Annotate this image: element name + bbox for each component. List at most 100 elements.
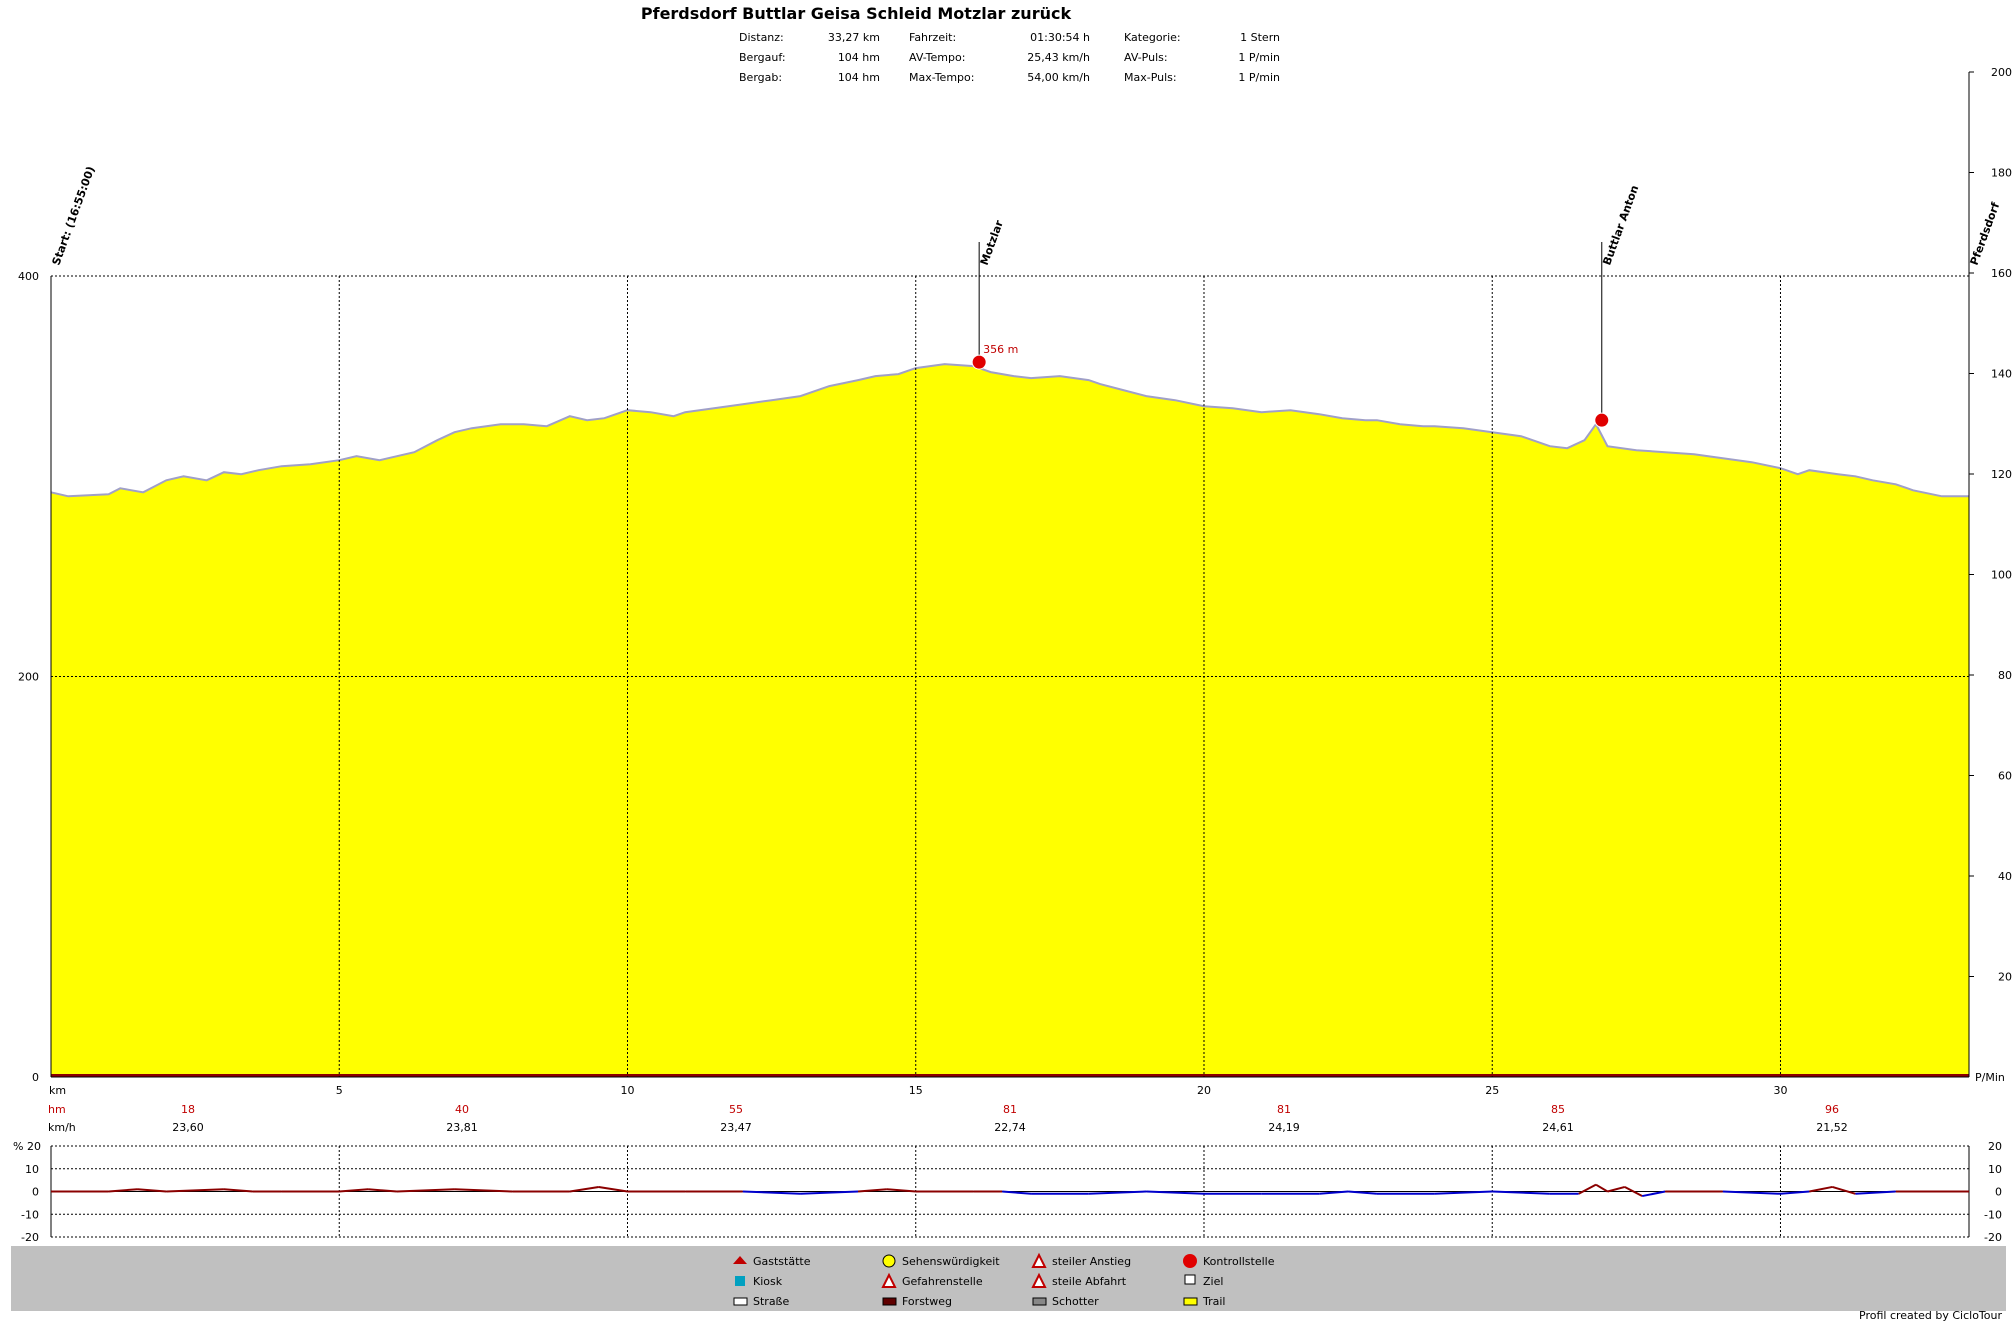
hm-value: 96 xyxy=(1825,1103,1839,1116)
stat-label: AV-Tempo: xyxy=(909,51,965,64)
kmh-value: 23,47 xyxy=(720,1121,752,1134)
kmh-value: 21,52 xyxy=(1816,1121,1848,1134)
grade-segment xyxy=(1809,1185,1833,1193)
grade-segment xyxy=(1832,1185,1856,1195)
hm-label: hm xyxy=(48,1103,66,1116)
main-plot: 0 200 400 5 10 15 20 25 30 km 20 40 60 80 100 120 140 160… xyxy=(18,66,2012,1097)
stat-label: Bergab: xyxy=(739,71,782,84)
kmh-value: 24,19 xyxy=(1268,1121,1300,1134)
grade-segment xyxy=(598,1185,628,1193)
y2-axis-label: P/Min xyxy=(1975,1071,2005,1084)
grade-tick-label: -10 xyxy=(21,1208,39,1221)
y2-tick-label: 60 xyxy=(1998,770,2012,783)
stat-value: 33,27 km xyxy=(828,31,880,44)
legend-label: Trail xyxy=(1202,1295,1225,1308)
legend-label: Gaststätte xyxy=(753,1255,811,1268)
kontrollstelle-icon xyxy=(1594,412,1610,428)
y2-tick-label: 120 xyxy=(1991,468,2012,481)
stat-label: Max-Tempo: xyxy=(909,71,974,84)
grade-tick-label-right: 0 xyxy=(1995,1186,2002,1199)
stat-value: 104 hm xyxy=(838,71,880,84)
x-tick-label: 25 xyxy=(1485,1084,1499,1097)
grade-plot: 20 10 10 0 0 -10 -10 -20 -20 % 20 xyxy=(13,1140,2002,1244)
x-axis-label: km xyxy=(49,1084,66,1097)
legend-label: Straße xyxy=(753,1295,789,1308)
kiosk-icon xyxy=(735,1276,745,1286)
kmh-value: 23,60 xyxy=(172,1121,204,1134)
ziel-icon xyxy=(1184,1274,1196,1285)
stat-value: 1 Stern xyxy=(1240,31,1280,44)
stat-value: 1 P/min xyxy=(1238,51,1280,64)
grade-tick-label-right: 10 xyxy=(1988,1163,2002,1176)
kmh-value: 22,74 xyxy=(994,1121,1026,1134)
legend-label: steiler Anstieg xyxy=(1052,1255,1131,1268)
x-tick-label: 20 xyxy=(1197,1084,1211,1097)
strasse-icon xyxy=(733,1297,748,1306)
stat-label: Max-Puls: xyxy=(1124,71,1177,84)
legend-label: Forstweg xyxy=(902,1295,952,1308)
grade-unit-label: % 20 xyxy=(13,1140,41,1153)
stat-value: 54,00 km/h xyxy=(1027,71,1090,84)
schotter-icon xyxy=(1032,1297,1047,1306)
y2-tick-label: 200 xyxy=(1991,66,2012,79)
grade-segment xyxy=(1641,1190,1666,1198)
stat-value: 25,43 km/h xyxy=(1027,51,1090,64)
elevation-area xyxy=(51,364,1969,1078)
gasthaus-icon xyxy=(733,1256,747,1264)
trail-icon xyxy=(1183,1297,1198,1306)
y-tick-label: 400 xyxy=(18,270,39,283)
forstweg-icon xyxy=(882,1297,897,1306)
stat-label: Kategorie: xyxy=(1124,31,1181,44)
y2-tick-label: 160 xyxy=(1991,267,2012,280)
kmh-value: 24,61 xyxy=(1542,1121,1574,1134)
grade-tick-label-right: -10 xyxy=(1984,1208,2002,1221)
grade-tick-label-right: -20 xyxy=(1984,1231,2002,1244)
grade-segment xyxy=(569,1185,599,1193)
legend-label: Schotter xyxy=(1052,1295,1099,1308)
stat-label: Bergauf: xyxy=(739,51,786,64)
y2-tick-label: 20 xyxy=(1998,971,2012,984)
x-tick-label: 30 xyxy=(1773,1084,1787,1097)
y2-tick-label: 100 xyxy=(1991,569,2012,582)
grade-segment xyxy=(1578,1183,1597,1195)
credit-text: Profil created by CicloTour xyxy=(1859,1309,2002,1322)
kmh-value: 23,81 xyxy=(446,1121,478,1134)
grade-tick-label-right: 20 xyxy=(1988,1140,2002,1153)
y2-tick-label: 180 xyxy=(1991,167,2012,180)
summary-rows: hm km/h 18 40 55 81 81 85 96 23,60 23,81 23,47 22,74… xyxy=(48,1103,1848,1134)
kmh-label: km/h xyxy=(48,1121,76,1134)
grade-segment xyxy=(1607,1185,1626,1193)
elevation-chart: Pferdsdorf Buttlar Geisa Schleid Motzlar… xyxy=(13,4,2012,1244)
kontrollstelle-icon xyxy=(1183,1254,1197,1268)
legend-label: Kiosk xyxy=(753,1275,783,1288)
stat-value: 01:30:54 h xyxy=(1030,31,1090,44)
y2-tick-label: 80 xyxy=(1998,669,2012,682)
hm-value: 81 xyxy=(1003,1103,1017,1116)
legend-label: Ziel xyxy=(1203,1275,1223,1288)
stat-label: Distanz: xyxy=(739,31,784,44)
legend-svg: Gaststätte Kiosk Straße Sehenswürdigkeit Gef… xyxy=(733,1252,1275,1308)
y2-tick-label: 140 xyxy=(1991,368,2012,381)
hm-value: 18 xyxy=(181,1103,195,1116)
x-tick-label: 10 xyxy=(620,1084,634,1097)
anstieg-icon xyxy=(1031,1252,1047,1268)
grade-segment xyxy=(1595,1183,1609,1193)
gefahr-icon xyxy=(881,1272,897,1288)
hm-value: 85 xyxy=(1551,1103,1565,1116)
peak-label: 356 m xyxy=(983,343,1018,356)
x-tick-label: 15 xyxy=(909,1084,923,1097)
waypoint-label: Buttlar Anton xyxy=(1600,183,1641,267)
hm-value: 55 xyxy=(729,1103,743,1116)
y-tick-label: 0 xyxy=(32,1071,39,1084)
stat-value: 1 P/min xyxy=(1238,71,1280,84)
hm-value: 40 xyxy=(455,1103,469,1116)
waypoint-label: Start: (16:55:00) xyxy=(50,165,98,267)
chart-title: Pferdsdorf Buttlar Geisa Schleid Motzlar… xyxy=(641,4,1072,23)
stat-label: Fahrzeit: xyxy=(909,31,956,44)
sehenswuerdig-icon xyxy=(882,1254,896,1268)
abfahrt-icon xyxy=(1031,1272,1047,1288)
hm-value: 81 xyxy=(1277,1103,1291,1116)
legend-label: Sehenswürdigkeit xyxy=(902,1255,1000,1268)
legend-label: Gefahrenstelle xyxy=(902,1275,983,1288)
y2-tick-label: 40 xyxy=(1998,870,2012,883)
